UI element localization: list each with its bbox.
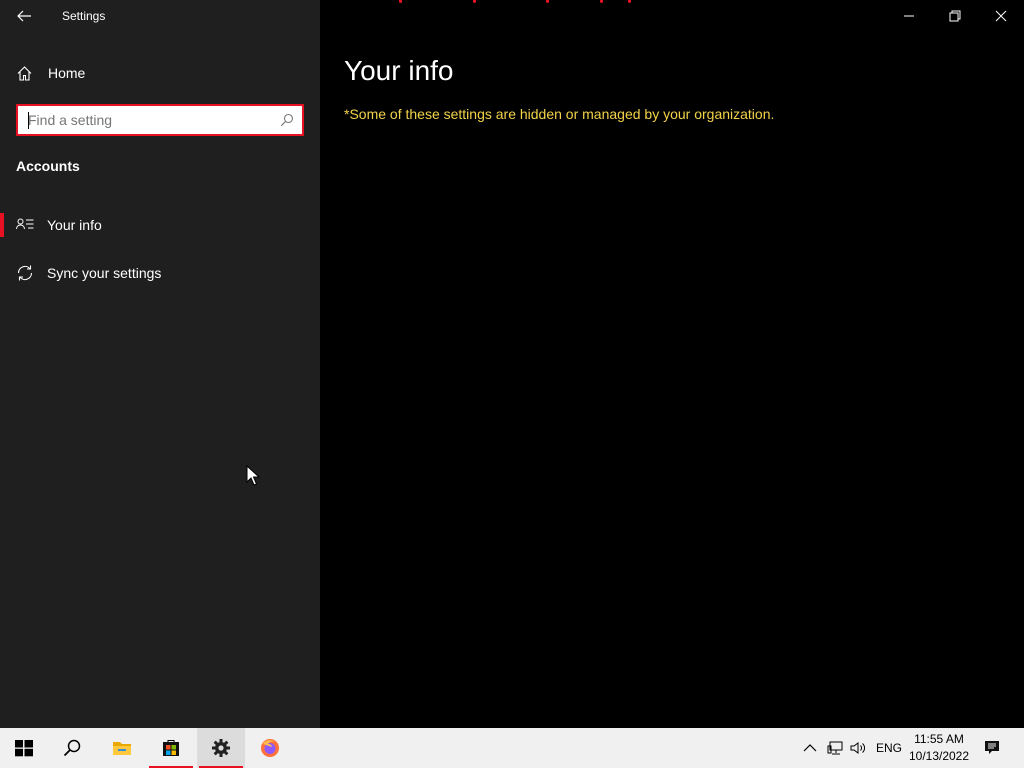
network-icon — [827, 741, 843, 755]
notification-icon — [985, 741, 999, 754]
sidebar-item-sync-settings[interactable]: Sync your settings — [0, 253, 320, 293]
taskbar-firefox[interactable] — [246, 728, 294, 768]
minimize-icon — [904, 15, 914, 17]
close-icon — [995, 10, 1007, 22]
settings-window: Settings Home Accounts Your info — [0, 0, 1024, 728]
mouse-cursor-icon — [246, 465, 260, 486]
nav-home-label: Home — [48, 65, 86, 81]
section-label-accounts: Accounts — [16, 158, 80, 174]
clock[interactable]: 11:55 AM 10/13/2022 — [904, 731, 974, 765]
minimize-button[interactable] — [886, 0, 932, 32]
show-hidden-icons-button[interactable] — [800, 738, 820, 758]
sidebar-item-label: Sync your settings — [47, 265, 162, 281]
sidebar-item-label: Your info — [47, 217, 102, 233]
taskbar-settings[interactable] — [197, 728, 245, 768]
restore-button[interactable] — [932, 0, 978, 32]
network-button[interactable] — [825, 738, 845, 758]
org-managed-notice: *Some of these settings are hidden or ma… — [344, 106, 775, 122]
file-explorer-icon — [113, 742, 131, 755]
search-box[interactable] — [16, 104, 304, 136]
contact-info-icon — [16, 218, 34, 230]
back-button[interactable] — [8, 0, 40, 32]
page-title: Your info — [344, 55, 454, 86]
clock-time: 11:55 AM — [914, 732, 964, 746]
main-content: Your info *Some of these settings are hi… — [320, 0, 1024, 728]
search-icon[interactable] — [280, 113, 294, 127]
taskbar-store[interactable] — [147, 728, 195, 768]
settings-gear-icon — [212, 739, 230, 757]
text-caret — [28, 112, 29, 129]
nav-home[interactable]: Home — [0, 56, 320, 90]
start-button[interactable] — [0, 728, 48, 768]
volume-button[interactable] — [848, 738, 868, 758]
taskbar-search-button[interactable] — [48, 728, 96, 768]
chevron-up-icon — [803, 744, 817, 752]
back-arrow-icon — [17, 10, 31, 22]
action-center-button[interactable] — [982, 738, 1002, 758]
restore-icon — [949, 10, 961, 22]
sidebar: Settings Home Accounts Your info — [0, 0, 320, 728]
search-input[interactable] — [18, 106, 302, 134]
store-icon — [163, 740, 179, 756]
taskbar-file-explorer[interactable] — [98, 728, 146, 768]
selection-indicator — [0, 213, 4, 237]
app-title: Settings — [62, 9, 106, 23]
home-icon — [17, 66, 32, 81]
sync-icon — [17, 265, 33, 281]
close-button[interactable] — [978, 0, 1024, 32]
taskbar: ENG 11:55 AM 10/13/2022 — [0, 728, 1024, 768]
firefox-icon — [261, 739, 279, 757]
search-icon — [63, 739, 81, 757]
sidebar-item-your-info[interactable]: Your info — [0, 205, 320, 245]
volume-icon — [850, 742, 865, 754]
input-language-indicator[interactable]: ENG — [876, 741, 902, 755]
clock-date: 10/13/2022 — [908, 749, 970, 763]
start-icon — [15, 740, 33, 757]
